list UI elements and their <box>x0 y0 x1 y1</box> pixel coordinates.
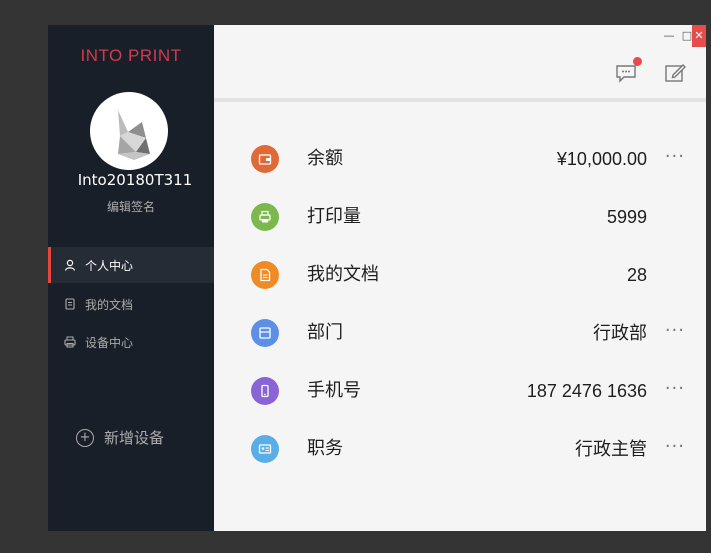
row-value: ¥10,000.00 <box>556 149 647 169</box>
id-card-icon <box>251 435 279 463</box>
row-label: 手机号 <box>307 380 361 401</box>
more-button[interactable]: ··· <box>665 362 685 416</box>
printer-icon <box>64 336 76 348</box>
message-button[interactable] <box>615 57 642 83</box>
close-button[interactable]: ✕ <box>692 25 706 47</box>
row-value: 行政主管 <box>575 439 647 459</box>
nav-label-my-documents: 我的文档 <box>85 297 134 312</box>
fox-origami-icon <box>118 110 150 160</box>
phone-icon <box>251 377 279 405</box>
edit-button[interactable] <box>664 63 686 83</box>
avatar[interactable] <box>90 92 168 170</box>
info-row-phone: 手机号 187 2476 1636 ··· <box>214 362 706 420</box>
info-row-print-count: 打印量 5999 <box>214 188 706 246</box>
department-icon <box>251 319 279 347</box>
edit-signature-link[interactable]: 编辑签名 <box>48 198 214 215</box>
brand-logo: INTO PRINT <box>80 46 182 65</box>
edit-icon <box>665 64 686 82</box>
nav-label-personal-center: 个人中心 <box>85 258 134 273</box>
more-button[interactable]: ··· <box>665 130 685 184</box>
message-icon <box>616 65 636 83</box>
nav-item-device-center[interactable]: 设备中心 <box>48 324 214 360</box>
nav-label-device-center: 设备中心 <box>85 335 134 350</box>
info-row-position: 职务 行政主管 ··· <box>214 420 706 478</box>
info-row-balance: 余额 ¥10,000.00 ··· <box>214 130 706 188</box>
info-row-my-documents: 我的文档 28 <box>214 246 706 304</box>
add-device-label: 新增设备 <box>104 429 165 447</box>
row-label: 打印量 <box>307 206 361 227</box>
main-content: — □ ✕ 余额 ¥10,000.00 ··· 打印量 5999 我的文档 28… <box>214 25 706 531</box>
header-divider <box>214 98 706 102</box>
row-label: 我的文档 <box>307 264 379 285</box>
row-value: 187 2476 1636 <box>526 381 647 401</box>
more-button[interactable]: ··· <box>665 304 685 358</box>
info-row-department: 部门 行政部 ··· <box>214 304 706 362</box>
row-label: 职务 <box>307 438 343 459</box>
sidebar: INTO PRINT Into20180T311 编辑签名 个人中心 我的文档 <box>48 25 214 531</box>
nav-item-personal-center[interactable]: 个人中心 <box>48 247 214 283</box>
wallet-icon <box>251 145 279 173</box>
user-icon <box>64 259 76 271</box>
document-icon <box>65 298 75 310</box>
row-label: 余额 <box>307 148 343 169</box>
nav-item-my-documents[interactable]: 我的文档 <box>48 286 214 322</box>
row-value: 行政部 <box>593 323 647 343</box>
print-count-icon <box>251 203 279 231</box>
row-value: 28 <box>626 265 647 285</box>
row-value: 5999 <box>606 207 647 227</box>
more-button[interactable]: ··· <box>665 420 685 474</box>
document-icon <box>251 261 279 289</box>
row-label: 部门 <box>307 322 343 343</box>
add-device-button[interactable]: + 新增设备 <box>76 427 164 448</box>
notification-dot <box>633 57 642 66</box>
username: Into20180T311 <box>77 171 193 189</box>
plus-circle-icon: + <box>76 428 94 447</box>
